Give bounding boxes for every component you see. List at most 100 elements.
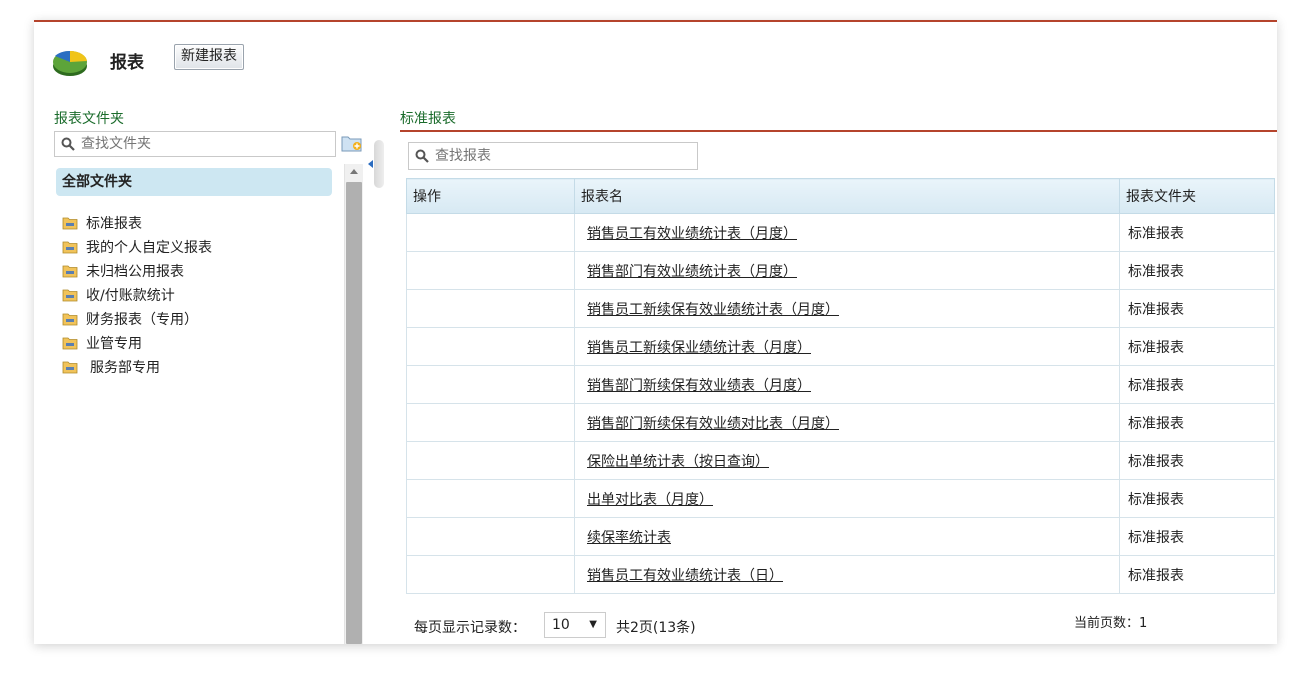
table-row: 销售员工有效业绩统计表（日） 标准报表 <box>406 555 1275 594</box>
panel-divider <box>400 130 1277 132</box>
folder-label: 财务报表（专用） <box>86 312 198 328</box>
action-cell <box>406 517 575 556</box>
folder-item[interactable]: 业管专用 <box>62 332 212 356</box>
report-name-cell: 销售员工新续保有效业绩统计表（月度） <box>574 289 1120 328</box>
action-cell <box>406 251 575 290</box>
search-icon <box>415 149 429 163</box>
report-folder-cell: 标准报表 <box>1119 213 1275 252</box>
table-row: 出单对比表（月度） 标准报表 <box>406 479 1275 518</box>
report-link[interactable]: 续保率统计表 <box>587 530 671 546</box>
folder-search-box <box>54 131 336 157</box>
report-link[interactable]: 销售部门有效业绩统计表（月度） <box>587 264 797 280</box>
sidebar-scrollbar[interactable] <box>344 164 363 644</box>
folder-icon <box>62 337 78 350</box>
action-cell <box>406 479 575 518</box>
scroll-up-icon[interactable] <box>345 164 363 180</box>
current-page-indicator: 当前页数：1 <box>1074 612 1147 631</box>
report-name-cell: 销售部门新续保有效业绩对比表（月度） <box>574 403 1120 442</box>
column-header-folder[interactable]: 报表文件夹 <box>1119 178 1275 214</box>
report-link[interactable]: 保险出单统计表（按日查询） <box>587 454 769 470</box>
folder-icon <box>62 217 78 230</box>
action-cell <box>406 403 575 442</box>
folder-icon <box>62 313 78 326</box>
action-cell <box>406 441 575 480</box>
page-size-select[interactable]: 10 ▼ <box>544 612 606 638</box>
report-name-cell: 销售部门有效业绩统计表（月度） <box>574 251 1120 290</box>
report-link[interactable]: 销售员工有效业绩统计表（日） <box>587 568 783 584</box>
report-folder-cell: 标准报表 <box>1119 441 1275 480</box>
column-header-name[interactable]: 报表名 <box>574 178 1120 214</box>
report-link[interactable]: 销售员工有效业绩统计表（月度） <box>587 226 797 242</box>
folder-item[interactable]: 未归档公用报表 <box>62 260 212 284</box>
folder-item[interactable]: 标准报表 <box>62 212 212 236</box>
report-name-cell: 出单对比表（月度） <box>574 479 1120 518</box>
current-page-label: 当前页数： <box>1074 616 1140 631</box>
report-folder-cell: 标准报表 <box>1119 327 1275 366</box>
report-link[interactable]: 出单对比表（月度） <box>587 492 713 508</box>
new-folder-icon[interactable] <box>341 133 363 153</box>
new-report-button[interactable]: 新建报表 <box>174 44 244 70</box>
page-size-label: 每页显示记录数： <box>414 620 526 636</box>
table-row: 销售部门新续保有效业绩对比表（月度） 标准报表 <box>406 403 1275 442</box>
report-folder-cell: 标准报表 <box>1119 555 1275 594</box>
action-cell <box>406 327 575 366</box>
folder-search-input[interactable] <box>81 134 331 154</box>
action-cell <box>406 365 575 404</box>
table-row: 销售员工新续保业绩统计表（月度） 标准报表 <box>406 327 1275 366</box>
page-size-value: 10 <box>552 617 570 633</box>
folder-label: 未归档公用报表 <box>86 264 184 280</box>
folder-icon <box>62 265 78 278</box>
pagination-footer: 每页显示记录数： 10 ▼ 共2页(13条) 当前页数：1 <box>414 608 1274 638</box>
table-header-row: 操作 报表名 报表文件夹 <box>406 178 1275 214</box>
folder-icon <box>62 241 78 254</box>
folder-icon <box>62 289 78 302</box>
chevron-down-icon: ▼ <box>589 619 597 630</box>
scrollbar-thumb[interactable] <box>346 182 362 644</box>
reports-pie-logo-icon <box>53 50 87 76</box>
table-row: 保险出单统计表（按日查询） 标准报表 <box>406 441 1275 480</box>
table-row: 销售部门新续保有效业绩表（月度） 标准报表 <box>406 365 1275 404</box>
report-link[interactable]: 销售员工新续保业绩统计表（月度） <box>587 340 811 356</box>
folder-label: 服务部专用 <box>90 360 160 376</box>
panel-title: 标准报表 <box>400 111 456 127</box>
header: 报表 新建报表 <box>34 22 1277 92</box>
report-name-cell: 销售部门新续保有效业绩表（月度） <box>574 365 1120 404</box>
action-cell <box>406 213 575 252</box>
report-name-cell: 销售员工有效业绩统计表（月度） <box>574 213 1120 252</box>
table-row: 销售员工新续保有效业绩统计表（月度） 标准报表 <box>406 289 1275 328</box>
table-row: 续保率统计表 标准报表 <box>406 517 1275 556</box>
report-name-cell: 续保率统计表 <box>574 517 1120 556</box>
report-name-cell: 销售员工新续保业绩统计表（月度） <box>574 327 1120 366</box>
sidebar-title: 报表文件夹 <box>54 111 124 127</box>
report-link[interactable]: 销售部门新续保有效业绩对比表（月度） <box>587 416 839 432</box>
folder-item[interactable]: 收/付账款统计 <box>62 284 212 308</box>
total-records-text: 共2页(13条) <box>616 620 696 636</box>
table-row: 销售部门有效业绩统计表（月度） 标准报表 <box>406 251 1275 290</box>
report-name-cell: 销售员工有效业绩统计表（日） <box>574 555 1120 594</box>
folder-item[interactable]: 财务报表（专用） <box>62 308 212 332</box>
folder-item[interactable]: 服务部专用 <box>62 356 212 380</box>
table-row: 销售员工有效业绩统计表（月度） 标准报表 <box>406 213 1275 252</box>
column-header-action: 操作 <box>406 178 575 214</box>
report-folder-cell: 标准报表 <box>1119 403 1275 442</box>
folder-label: 收/付账款统计 <box>86 288 175 304</box>
report-search-input[interactable] <box>435 146 690 166</box>
report-link[interactable]: 销售部门新续保有效业绩表（月度） <box>587 378 811 394</box>
report-search-box <box>408 142 698 170</box>
folder-icon <box>62 361 78 374</box>
action-cell <box>406 555 575 594</box>
action-cell <box>406 289 575 328</box>
all-folders-item[interactable]: 全部文件夹 <box>56 168 332 196</box>
search-icon <box>61 137 75 151</box>
report-folder-cell: 标准报表 <box>1119 365 1275 404</box>
report-folder-cell: 标准报表 <box>1119 251 1275 290</box>
folder-label: 标准报表 <box>86 216 142 232</box>
report-folder-cell: 标准报表 <box>1119 479 1275 518</box>
reports-table: 操作 报表名 报表文件夹 销售员工有效业绩统计表（月度） 标准报表 销售部门有效业… <box>406 178 1275 594</box>
sidebar-collapse-handle[interactable] <box>368 140 384 188</box>
report-folder-cell: 标准报表 <box>1119 289 1275 328</box>
folder-item[interactable]: 我的个人自定义报表 <box>62 236 212 260</box>
folder-label: 我的个人自定义报表 <box>86 240 212 256</box>
report-link[interactable]: 销售员工新续保有效业绩统计表（月度） <box>587 302 839 318</box>
folder-label: 业管专用 <box>86 336 142 352</box>
